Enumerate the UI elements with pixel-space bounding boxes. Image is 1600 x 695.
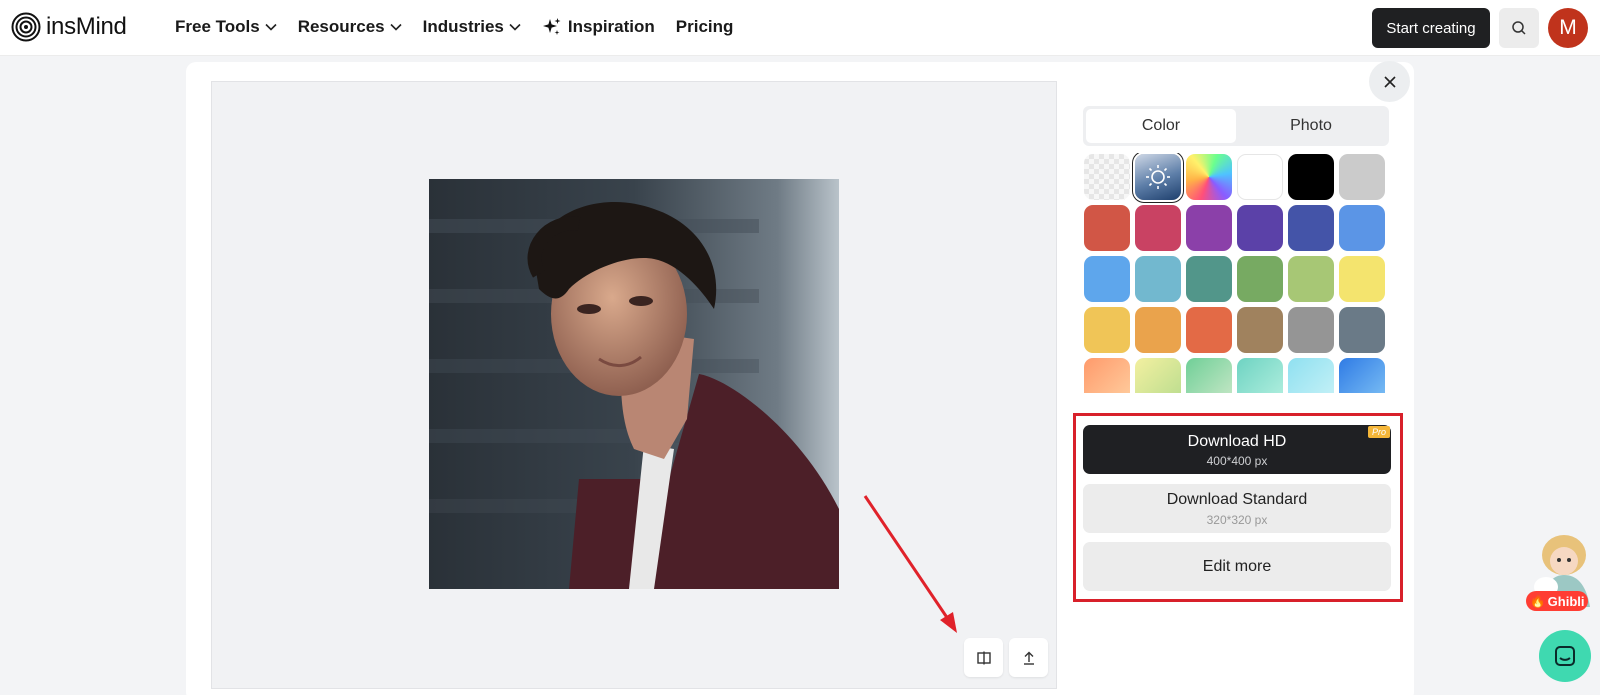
upload-icon bbox=[1023, 651, 1034, 665]
color-swatch[interactable] bbox=[1288, 358, 1334, 393]
fire-icon: 🔥 bbox=[1529, 593, 1546, 608]
download-standard-size: 320*320 px bbox=[1206, 513, 1268, 527]
chevron-down-icon bbox=[390, 23, 402, 31]
user-avatar[interactable]: M bbox=[1548, 8, 1588, 48]
download-standard-button[interactable]: Download Standard 320*320 px bbox=[1083, 484, 1391, 533]
pro-badge: Pro bbox=[1368, 426, 1390, 438]
nav-pricing[interactable]: Pricing bbox=[676, 17, 734, 37]
top-nav: insMind Free Tools Resources Industries … bbox=[0, 0, 1600, 56]
nav-inspiration[interactable]: Inspiration bbox=[542, 17, 655, 37]
color-swatch[interactable] bbox=[1288, 307, 1334, 353]
color-swatch[interactable] bbox=[1186, 358, 1232, 393]
color-swatch[interactable] bbox=[1237, 205, 1283, 251]
auto-color-icon bbox=[1146, 165, 1170, 189]
color-swatch[interactable] bbox=[1339, 358, 1385, 393]
color-swatch[interactable] bbox=[1084, 154, 1130, 200]
search-icon bbox=[1512, 21, 1526, 35]
search-button[interactable] bbox=[1499, 8, 1539, 48]
nav-resources[interactable]: Resources bbox=[298, 17, 402, 37]
chat-support-button[interactable] bbox=[1539, 630, 1591, 682]
color-swatch[interactable] bbox=[1186, 154, 1232, 200]
ghibli-badge[interactable]: 🔥 Ghibli bbox=[1526, 591, 1588, 611]
color-swatch[interactable] bbox=[1084, 358, 1130, 393]
color-swatch[interactable] bbox=[1339, 205, 1385, 251]
color-swatch-grid bbox=[1083, 153, 1393, 393]
chevron-down-icon bbox=[509, 23, 521, 31]
chat-icon bbox=[1555, 646, 1575, 666]
chevron-down-icon bbox=[265, 23, 277, 31]
color-swatch[interactable] bbox=[1084, 256, 1130, 302]
color-swatch[interactable] bbox=[1339, 256, 1385, 302]
tab-photo[interactable]: Photo bbox=[1236, 109, 1386, 143]
logo-icon bbox=[11, 12, 41, 42]
color-swatch[interactable] bbox=[1135, 256, 1181, 302]
close-button[interactable] bbox=[1369, 61, 1410, 102]
download-hd-size: 400*400 px bbox=[1206, 454, 1268, 468]
nav-resources-label: Resources bbox=[297, 17, 385, 36]
nav-inspiration-label: Inspiration bbox=[567, 17, 655, 36]
nav-free-tools[interactable]: Free Tools bbox=[175, 17, 277, 37]
color-swatch[interactable] bbox=[1288, 256, 1334, 302]
color-swatch[interactable] bbox=[1288, 205, 1334, 251]
nav-pricing-label: Pricing bbox=[675, 17, 734, 36]
portrait-image bbox=[429, 179, 839, 589]
color-swatch[interactable] bbox=[1135, 307, 1181, 353]
color-swatch[interactable] bbox=[1288, 154, 1334, 200]
download-hd-button[interactable]: Download HD 400*400 px bbox=[1083, 425, 1391, 474]
compare-button[interactable] bbox=[964, 638, 1003, 677]
nav-menu: Free Tools Resources Industries Inspirat… bbox=[175, 17, 754, 37]
download-hd-label: Download HD bbox=[1187, 433, 1287, 450]
color-swatch[interactable] bbox=[1135, 154, 1181, 200]
logo-text: insMind bbox=[46, 13, 127, 40]
color-swatch[interactable] bbox=[1084, 205, 1130, 251]
tab-color[interactable]: Color bbox=[1086, 109, 1236, 143]
color-swatch[interactable] bbox=[1237, 358, 1283, 393]
color-swatch[interactable] bbox=[1339, 154, 1385, 200]
upload-button[interactable] bbox=[1009, 638, 1048, 677]
start-creating-button[interactable]: Start creating bbox=[1372, 8, 1490, 48]
download-standard-label: Download Standard bbox=[1166, 491, 1308, 508]
background-type-tabs: Color Photo bbox=[1083, 106, 1389, 146]
ghibli-label: Ghibli bbox=[1547, 593, 1585, 609]
color-swatch[interactable] bbox=[1135, 358, 1181, 393]
color-swatch[interactable] bbox=[1339, 307, 1385, 353]
color-swatch[interactable] bbox=[1186, 205, 1232, 251]
logo[interactable]: insMind bbox=[11, 12, 127, 42]
result-photo bbox=[429, 179, 839, 589]
color-swatch[interactable] bbox=[1237, 256, 1283, 302]
color-swatch[interactable] bbox=[1237, 307, 1283, 353]
nav-industries[interactable]: Industries bbox=[423, 17, 521, 37]
color-swatch[interactable] bbox=[1237, 154, 1283, 200]
nav-free-tools-label: Free Tools bbox=[175, 17, 260, 36]
color-swatch[interactable] bbox=[1084, 307, 1130, 353]
nav-industries-label: Industries bbox=[422, 17, 504, 36]
sparkle-icon bbox=[542, 18, 561, 35]
close-icon bbox=[1383, 75, 1396, 88]
color-swatch[interactable] bbox=[1186, 307, 1232, 353]
color-swatch[interactable] bbox=[1186, 256, 1232, 302]
edit-more-button[interactable]: Edit more bbox=[1083, 542, 1391, 591]
compare-icon bbox=[976, 651, 991, 664]
color-swatch[interactable] bbox=[1135, 205, 1181, 251]
